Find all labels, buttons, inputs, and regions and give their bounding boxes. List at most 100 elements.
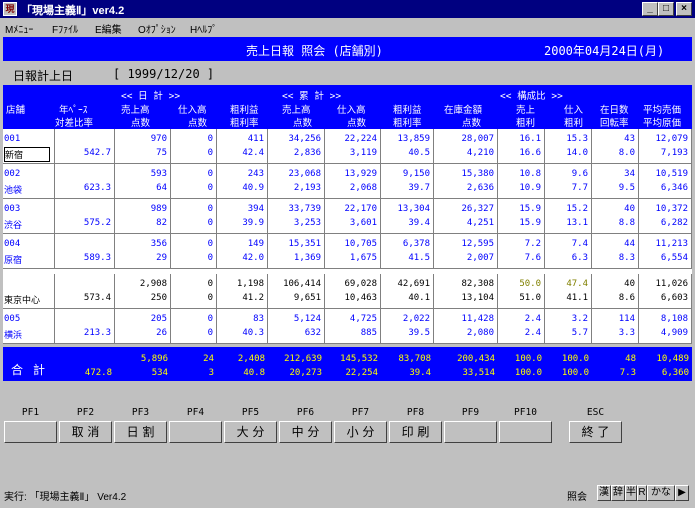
maximize-button[interactable]: □ (658, 2, 674, 16)
cell-value: 2.4 (524, 314, 541, 324)
table-row[interactable]: 001 新宿 542.7 970 75 0 0 411 42.4 34,256 2,836 22,22… (3, 129, 692, 164)
fkey-button-pf8[interactable]: 印 刷 (389, 421, 442, 443)
cell-value: 2,193 (293, 183, 321, 193)
daily-date-value[interactable]: [ 1999/12/20 ] (113, 67, 214, 81)
table-row[interactable]: 003 渋谷 575.2 989 82 0 0 394 39.9 33,739 3,253 22,17… (3, 199, 692, 234)
cell-value: 33,739 (288, 204, 321, 214)
store-cell: 002 池袋 (3, 164, 55, 199)
cell-value: 8.3 (618, 253, 635, 263)
ime-indicator[interactable]: かな (647, 485, 675, 501)
data-cell: 47.4 41.1 (545, 274, 592, 309)
status-text: 実行: 「現場主義Ⅱ」 Ver4.2 (4, 492, 127, 503)
store-name: 東京中心 (4, 296, 41, 306)
table-row[interactable]: 東京中心 573.4 2,908 250 0 0 1,198 41.2 106,414 9,651… (3, 274, 692, 309)
total-value: 5,896 (140, 354, 168, 364)
table-row[interactable]: 005 横浜 213.3 205 26 0 0 83 40.3 5,124 632 4,725 885 2… (3, 309, 692, 344)
fkey-button-pf3[interactable]: 日 割 (114, 421, 167, 443)
menu-options[interactable]: Oｵﾌﾟｼｮﾝ (138, 21, 176, 36)
fkey-button-pf1[interactable] (4, 421, 57, 443)
data-cell: 15.9 15.9 (498, 199, 545, 234)
ime-indicator[interactable]: R (637, 485, 647, 501)
cell-value: 6,346 (660, 183, 688, 193)
data-cell: 00 (171, 234, 217, 269)
cell-value: 5,124 (293, 314, 321, 324)
cell-value: 13,859 (397, 134, 430, 144)
menu-file[interactable]: Fﾌｧｲﾙ (52, 21, 78, 36)
cell-value: 7.4 (571, 239, 588, 249)
cell-value: 573.4 (83, 293, 111, 303)
data-cell: 11,026 6,603 (639, 274, 692, 309)
window-title: 「現場主義Ⅱ」ver4.2 (21, 5, 125, 17)
data-cell: 411 42.4 (217, 129, 268, 164)
cell-value: 0 (207, 328, 213, 338)
cell-value: 0 (207, 169, 213, 179)
cell-value: 9,651 (293, 293, 321, 303)
header-avg-price: 平均売価 (643, 105, 682, 116)
fkey-button-pf5[interactable]: 大 分 (224, 421, 277, 443)
cell-value: 40 (624, 204, 635, 214)
header-ratio-purchase: 仕入 (564, 105, 584, 116)
total-value: 3 (208, 368, 214, 378)
store-cell: 004 原宿 (3, 234, 55, 269)
data-cell: 106,414 9,651 (268, 274, 325, 309)
data-cell: 11,213 6,554 (639, 234, 692, 269)
cell-value: 16.1 (519, 134, 541, 144)
close-button[interactable]: × (676, 2, 692, 16)
header-cum-purchase-qty: 点数 (347, 118, 367, 129)
header-turnover: 回転率 (600, 118, 629, 129)
cell-value: 623.3 (83, 183, 111, 193)
cell-value: 41.2 (242, 293, 264, 303)
header-daily-sales: 売上高 (121, 105, 150, 116)
cell-value: 0 (207, 204, 213, 214)
data-cell: 970 75 (115, 129, 171, 164)
cell-value: 16.6 (519, 148, 541, 158)
cell-value: 15.9 (519, 204, 541, 214)
fkey-button-pf10[interactable] (499, 421, 552, 443)
store-cell: 005 横浜 (3, 309, 55, 344)
ime-indicator[interactable]: 辞 (611, 485, 625, 501)
cell-value: 7.2 (524, 239, 541, 249)
fkey-button-pf9[interactable] (444, 421, 497, 443)
ime-indicator[interactable]: 半 (625, 485, 637, 501)
cell-value: 42,691 (397, 279, 430, 289)
menu-help[interactable]: Hﾍﾙﾌﾟ (190, 21, 217, 36)
fkey-button-pf6[interactable]: 中 分 (279, 421, 332, 443)
total-value: 212,639 (284, 354, 322, 364)
store-table: 001 新宿 542.7 970 75 0 0 411 42.4 34,256 2,836 22,22… (3, 129, 692, 344)
data-cell: 13,929 2,068 (325, 164, 381, 199)
column-header: << 日 計 >> << 累 計 >> << 構成比 >> 店舗 年ﾍﾟｰｽ 対… (3, 85, 692, 129)
menu-edit[interactable]: E編集 (95, 21, 122, 36)
function-keys: PF1 PF2 取 消 PF3 日 割 PF4 PF5 大 分 PF6 中 分 PF7 小 分 PF8 印… (3, 401, 692, 451)
ime-indicator[interactable]: 漢 (597, 485, 611, 501)
app-icon[interactable]: 現 (3, 2, 17, 16)
store-name: 池袋 (4, 186, 23, 196)
ime-indicator[interactable]: ▶ (675, 485, 689, 501)
total-value: 2,408 (237, 354, 265, 364)
cell-value: 8,108 (660, 314, 688, 324)
fkey-button-pf2[interactable]: 取 消 (59, 421, 112, 443)
cell-value: 5.7 (571, 328, 588, 338)
total-value: 40.8 (243, 368, 265, 378)
cell-value: 3,119 (349, 148, 377, 158)
store-name: 渋谷 (4, 221, 23, 231)
fkey-button-pf7[interactable]: 小 分 (334, 421, 387, 443)
cell-value: 6,282 (660, 218, 688, 228)
cell-value: 8.0 (618, 148, 635, 158)
fkey-label: PF10 (514, 407, 537, 418)
minimize-button[interactable]: _ (642, 2, 658, 16)
total-value: 10,489 (656, 354, 689, 364)
table-row[interactable]: 002 池袋 623.3 593 64 0 0 243 40.9 23,068 2,193 13,92… (3, 164, 692, 199)
cell-value: 3,601 (349, 218, 377, 228)
menu-menu[interactable]: Mﾒﾆｭｰ (5, 21, 33, 36)
header-pace: 年ﾍﾟｰｽ (59, 105, 88, 116)
cell-value: 13,929 (344, 169, 377, 179)
header-daily-sales-qty: 点数 (131, 118, 151, 129)
fkey-button-esc[interactable]: 終 了 (569, 421, 622, 443)
fkey-button-pf4[interactable] (169, 421, 222, 443)
cell-value: 0 (207, 293, 213, 303)
table-row[interactable]: 004 原宿 589.3 356 29 0 0 149 42.0 15,351 1,369 10,70… (3, 234, 692, 269)
status-mode: 照会 (567, 492, 587, 503)
cell-value: 970 (150, 134, 167, 144)
data-cell: 15,351 1,369 (268, 234, 325, 269)
cell-value: 69,028 (344, 279, 377, 289)
